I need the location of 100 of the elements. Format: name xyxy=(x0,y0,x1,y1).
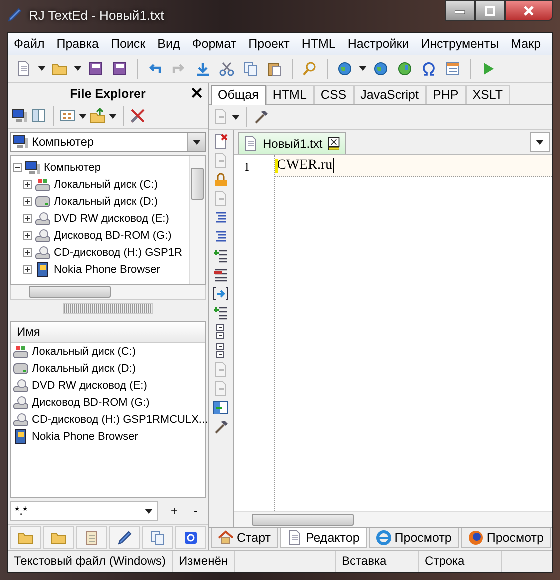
panel-tab[interactable] xyxy=(76,526,107,549)
expand-toggle[interactable] xyxy=(23,180,32,189)
tree-item[interactable]: DVD RW дисковод (E:) xyxy=(54,212,170,224)
cut-icon[interactable] xyxy=(219,60,235,76)
hammer-icon[interactable] xyxy=(253,109,269,125)
lock-icon[interactable] xyxy=(213,172,229,188)
save-icon[interactable] xyxy=(88,60,104,76)
minimize-button[interactable] xyxy=(445,0,475,21)
menu-item[interactable]: Инструменты xyxy=(415,37,506,51)
menu-item[interactable]: Файл xyxy=(8,37,51,51)
folder-up-icon[interactable] xyxy=(90,108,106,124)
download-icon[interactable] xyxy=(195,60,211,76)
view-tab[interactable]: Редактор xyxy=(280,528,367,548)
view-tab[interactable]: Просмотр xyxy=(368,528,459,548)
location-dropdown[interactable]: Компьютер xyxy=(10,132,206,152)
document-icon xyxy=(243,136,259,152)
expand-toggle[interactable] xyxy=(23,214,32,223)
new-document-icon[interactable] xyxy=(16,60,32,76)
globe-icon[interactable] xyxy=(373,60,389,76)
view-tab[interactable]: Просмотр xyxy=(460,528,551,548)
expand-toggle[interactable] xyxy=(23,197,32,206)
tools-icon[interactable] xyxy=(130,108,146,124)
tab[interactable]: XSLT xyxy=(466,85,510,104)
panel-tab[interactable] xyxy=(175,526,206,549)
scrollbar[interactable] xyxy=(10,285,206,300)
clipboard-icon[interactable] xyxy=(445,60,461,76)
insert-line-icon[interactable] xyxy=(213,305,229,321)
disc-drive-icon xyxy=(35,228,51,244)
code-line[interactable]: CWER.ru xyxy=(277,158,333,174)
add-line-icon[interactable] xyxy=(213,248,229,264)
pencil-icon xyxy=(116,530,132,546)
status-text: Вставка xyxy=(336,551,420,572)
expand-toggle[interactable] xyxy=(23,265,32,274)
panes-icon[interactable] xyxy=(31,108,47,124)
dropdown-caret-icon[interactable] xyxy=(38,66,46,71)
delete-document-icon[interactable] xyxy=(213,134,229,150)
tree-item[interactable]: Nokia Phone Browser xyxy=(54,264,160,276)
tab[interactable]: CSS xyxy=(314,85,354,104)
save-all-icon[interactable] xyxy=(112,60,128,76)
dropdown-caret-icon[interactable] xyxy=(232,114,240,120)
indent-icon[interactable] xyxy=(213,210,229,226)
tab[interactable]: Общая xyxy=(211,85,266,105)
column-header[interactable]: Имя xyxy=(11,322,205,343)
maximize-button[interactable] xyxy=(475,0,505,21)
file-item[interactable]: Дисковод BD-ROM (G:) xyxy=(32,396,150,408)
dropdown-caret-icon[interactable] xyxy=(109,114,117,118)
scrollbar[interactable] xyxy=(234,511,552,527)
menu-item[interactable]: Проект xyxy=(242,37,296,51)
remove-line-icon[interactable] xyxy=(213,267,229,283)
close-icon[interactable] xyxy=(190,86,204,100)
file-item[interactable]: DVD RW дисковод (E:) xyxy=(32,380,148,392)
clipboard-icon xyxy=(84,530,100,546)
tree-item[interactable]: Локальный диск (C:) xyxy=(54,178,158,190)
menu-item[interactable]: HTML xyxy=(296,37,342,51)
tab-list-button[interactable] xyxy=(530,132,550,152)
expand-toggle[interactable] xyxy=(23,231,32,240)
file-item[interactable]: Локальный диск (C:) xyxy=(32,346,136,358)
outdent-icon[interactable] xyxy=(213,229,229,245)
omega-icon[interactable] xyxy=(421,60,437,76)
filter-button[interactable]: - xyxy=(191,504,202,518)
panel-icon[interactable] xyxy=(213,400,229,416)
bracket-icon[interactable] xyxy=(213,286,229,302)
tree-item[interactable]: Компьютер xyxy=(44,162,101,174)
menu-item[interactable]: Макр xyxy=(505,37,548,51)
filter-dropdown[interactable]: *.* xyxy=(10,501,158,521)
menu-item[interactable]: Настройки xyxy=(342,37,416,51)
dropdown-caret-icon[interactable] xyxy=(74,66,82,71)
view-tab[interactable]: Старт xyxy=(211,528,278,548)
menu-item[interactable]: Правка xyxy=(50,37,105,51)
document-tab[interactable]: Новый1.txt xyxy=(238,132,346,154)
panel-tab[interactable] xyxy=(142,526,173,549)
close-button[interactable] xyxy=(505,0,553,21)
panel-tab[interactable] xyxy=(109,526,140,549)
file-item[interactable]: Локальный диск (D:) xyxy=(32,362,136,374)
tree-item[interactable]: Локальный диск (D:) xyxy=(54,196,158,208)
computer-icon[interactable] xyxy=(12,108,28,124)
copy-icon[interactable] xyxy=(243,60,259,76)
hammer-icon[interactable] xyxy=(213,419,229,435)
expand-toggle[interactable] xyxy=(13,163,22,172)
dropdown-caret-icon[interactable] xyxy=(359,66,367,71)
globe-icon[interactable] xyxy=(397,60,413,76)
globe-icon[interactable] xyxy=(337,60,353,76)
filter-button[interactable]: + xyxy=(168,504,182,518)
dropdown-caret-icon[interactable] xyxy=(79,114,87,118)
file-item[interactable]: CD-дисковод (H:) GSP1RMCULX... xyxy=(32,414,208,426)
close-tab-icon[interactable] xyxy=(326,136,341,150)
view-icon[interactable] xyxy=(60,108,76,124)
file-item[interactable]: Nokia Phone Browser xyxy=(32,430,138,442)
tab[interactable]: HTML xyxy=(266,85,314,104)
tab[interactable]: PHP xyxy=(426,85,466,104)
expand-toggle[interactable] xyxy=(23,248,32,257)
tree-item[interactable]: Дисковод BD-ROM (G:) xyxy=(54,230,172,242)
splitter-handle[interactable] xyxy=(63,303,153,314)
menu-item[interactable]: Формат xyxy=(186,37,243,51)
scrollbar[interactable] xyxy=(189,156,205,284)
tab[interactable]: JavaScript xyxy=(354,85,426,104)
tree-item[interactable]: CD-дисковод (H:) GSP1R xyxy=(54,246,182,258)
paste-icon[interactable] xyxy=(267,60,283,76)
menu-item[interactable]: Поиск xyxy=(104,37,152,51)
menu-item[interactable]: Вид xyxy=(152,37,186,51)
